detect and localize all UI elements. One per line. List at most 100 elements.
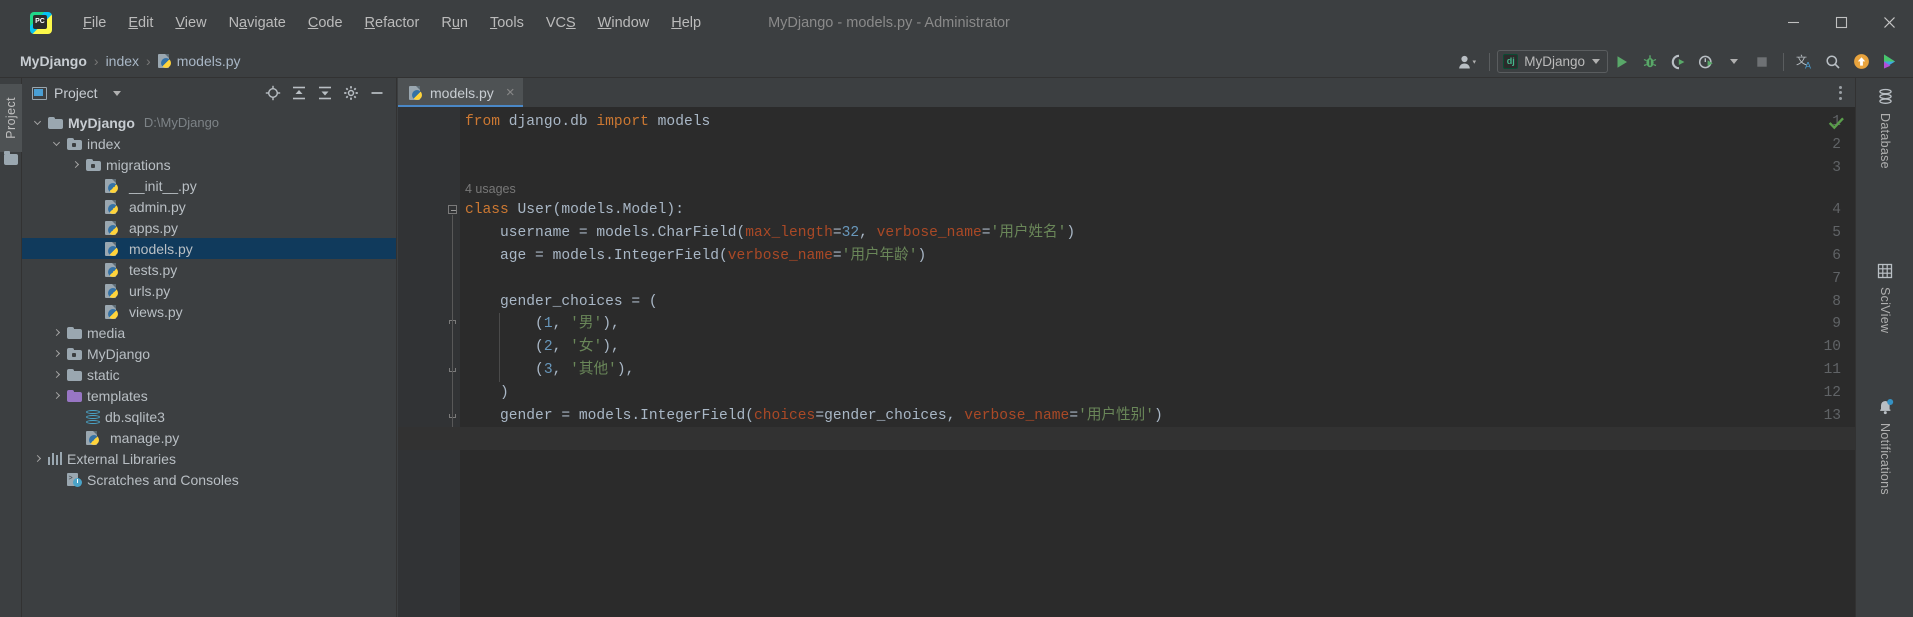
run-coverage-button[interactable] (1664, 49, 1692, 75)
tree-item-mydjango[interactable]: MyDjango D:\MyDjango (22, 112, 396, 133)
inlay-hint-usages[interactable]: 4 usages (465, 179, 516, 199)
menu-vcs[interactable]: VCS (535, 11, 587, 35)
tree-item-label: views.py (129, 303, 183, 320)
chevron-right-icon[interactable] (30, 448, 44, 469)
menu-tools[interactable]: Tools (479, 11, 535, 35)
tree-item-models-py[interactable]: models.py (22, 238, 396, 259)
menu-window[interactable]: Window (587, 11, 661, 35)
chevron-right-icon[interactable] (49, 322, 63, 343)
breadcrumb-item-mydjango[interactable]: MyDjango (20, 53, 87, 69)
update-available-icon[interactable] (1847, 49, 1875, 75)
project-panel: Project MyDjango D:\MyDjango index migra… (22, 78, 397, 617)
chevron-down-icon[interactable] (49, 133, 63, 154)
tree-item-tests-py[interactable]: tests.py (22, 259, 396, 280)
fold-handle[interactable] (448, 205, 458, 215)
breadcrumb-item-models-py[interactable]: models.py (157, 53, 241, 69)
menu-help[interactable]: Help (660, 11, 712, 35)
python-file-icon (105, 262, 119, 277)
django-badge-icon: dj (1503, 54, 1519, 69)
folder-icon (4, 151, 18, 165)
hide-panel-button[interactable] (364, 81, 390, 105)
folder-icon (67, 368, 82, 381)
tree-item-external-libraries[interactable]: External Libraries (22, 448, 396, 469)
tree-item-manage-py[interactable]: manage.py (22, 427, 396, 448)
run-button[interactable] (1608, 49, 1636, 75)
tree-item-migrations[interactable]: migrations (22, 154, 396, 175)
code-line: (1, '男'), (465, 316, 620, 333)
debug-button[interactable] (1636, 49, 1664, 75)
breadcrumb-item-index[interactable]: index (106, 53, 139, 69)
tree-item-media[interactable]: media (22, 322, 396, 343)
editor-gutter[interactable] (398, 107, 460, 617)
menu-refactor[interactable]: Refactor (354, 11, 431, 35)
menu-file[interactable]: File (72, 11, 117, 35)
stop-button[interactable] (1748, 49, 1776, 75)
tree-item-static[interactable]: static (22, 364, 396, 385)
code-content[interactable]: 4 usages from django.db import models clas… (460, 107, 1855, 617)
tree-item-apps-py[interactable]: apps.py (22, 217, 396, 238)
code-line: age = models.IntegerField(verbose_name='… (465, 248, 927, 264)
chevron-right-icon[interactable] (49, 343, 63, 364)
inspection-status-icon[interactable] (1828, 115, 1845, 137)
user-avatar-icon[interactable] (1454, 49, 1482, 75)
run-configuration-selector[interactable]: dj MyDjango (1497, 50, 1608, 73)
tree-item---init---py[interactable]: __init__.py (22, 175, 396, 196)
minimize-button[interactable] (1769, 0, 1817, 45)
folder-icon (67, 326, 82, 339)
profile-button[interactable] (1692, 49, 1720, 75)
menu-code[interactable]: Code (297, 11, 354, 35)
main-toolbar: dj MyDjango 文 A (1454, 45, 1913, 78)
tree-item-admin-py[interactable]: admin.py (22, 196, 396, 217)
tree-item-db-sqlite3[interactable]: db.sqlite3 (22, 406, 396, 427)
project-panel-header: Project (22, 78, 396, 108)
chevron-right-icon[interactable] (49, 364, 63, 385)
right-tab-sciview[interactable]: SciView (1856, 263, 1913, 333)
tree-item-urls-py[interactable]: urls.py (22, 280, 396, 301)
breadcrumb-label: models.py (176, 53, 241, 69)
chevron-right-icon[interactable] (49, 385, 63, 406)
menu-navigate[interactable]: Navigate (218, 11, 297, 35)
tab-models-py[interactable]: models.py × (398, 78, 523, 107)
translate-icon[interactable]: 文 A (1791, 49, 1819, 75)
menu-view[interactable]: View (164, 11, 217, 35)
code-line: (3, '其他'), (465, 362, 635, 378)
chevron-right-icon[interactable] (68, 154, 82, 175)
collapse-all-button[interactable] (312, 81, 338, 105)
tree-item-label: apps.py (129, 219, 179, 236)
close-icon[interactable]: × (506, 85, 515, 100)
expand-all-button[interactable] (286, 81, 312, 105)
tree-item-label: manage.py (110, 429, 180, 446)
code-editor[interactable]: 1234567891011121314 4 usagesfrom django.… (398, 107, 1855, 617)
more-options-icon[interactable] (1833, 80, 1848, 106)
right-tab-database[interactable]: Database (1856, 88, 1913, 169)
search-everywhere-icon[interactable] (1819, 49, 1847, 75)
tree-item-scratches-and-consoles[interactable]: > Scratches and Consoles (22, 469, 396, 490)
code-line: ) (465, 384, 509, 401)
menu-run[interactable]: Run (430, 11, 479, 35)
plugin-icon[interactable] (1875, 49, 1903, 75)
run-configuration-label: MyDjango (1524, 54, 1585, 69)
tree-item-mydjango[interactable]: MyDjango (22, 343, 396, 364)
project-tree: MyDjango D:\MyDjango index migrations __init… (22, 108, 396, 490)
chevron-down-icon[interactable] (30, 112, 44, 133)
close-button[interactable] (1865, 0, 1913, 45)
templates-folder-icon (67, 389, 82, 402)
profile-dropdown-icon[interactable] (1720, 49, 1748, 75)
menu-edit[interactable]: Edit (117, 11, 164, 35)
tree-item-views-py[interactable]: views.py (22, 301, 396, 322)
tree-item-templates[interactable]: templates (22, 385, 396, 406)
project-dropdown-icon[interactable] (104, 81, 130, 105)
sidebar-item-project[interactable]: Project (0, 84, 22, 152)
folder-icon (48, 116, 63, 129)
maximize-button[interactable] (1817, 0, 1865, 45)
python-file-icon (105, 304, 119, 319)
select-opened-file-button[interactable] (260, 81, 286, 105)
tree-item-index[interactable]: index (22, 133, 396, 154)
gear-icon[interactable] (338, 81, 364, 105)
right-tab-notifications[interactable]: Notifications (1856, 398, 1913, 495)
external-libraries-icon (48, 452, 62, 465)
